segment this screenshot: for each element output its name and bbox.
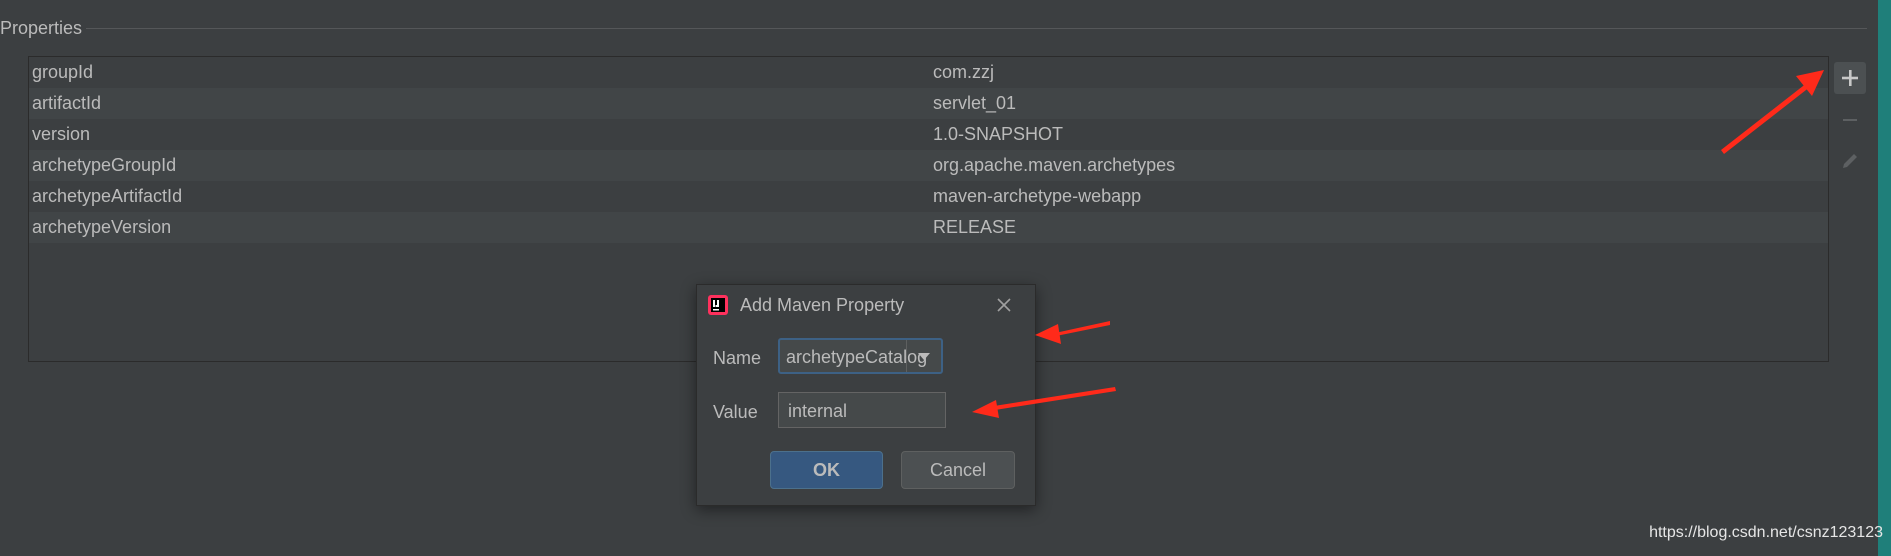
table-row[interactable]: archetypeVersion RELEASE [29, 212, 1831, 243]
property-value: RELEASE [933, 217, 1017, 237]
property-value: maven-archetype-webapp [933, 186, 1142, 206]
property-key: archetypeGroupId [32, 155, 177, 175]
value-label: Value [713, 402, 758, 422]
watermark: https://blog.csdn.net/csnz123123 [1649, 524, 1883, 541]
property-value: com.zzj [933, 62, 995, 82]
property-key: version [32, 124, 91, 144]
right-edge-strip [1878, 0, 1891, 556]
plus-icon [1842, 70, 1858, 86]
property-value: 1.0-SNAPSHOT [933, 124, 1064, 144]
close-icon[interactable] [994, 295, 1014, 315]
ok-button[interactable]: OK [770, 451, 883, 489]
property-key: groupId [32, 62, 94, 82]
value-field[interactable]: internal [778, 392, 946, 428]
pencil-icon [1843, 154, 1857, 168]
dialog-title: Add Maven Property [740, 295, 905, 315]
table-toolbar [1828, 56, 1869, 362]
table-row[interactable]: archetypeArtifactId maven-archetype-weba… [29, 181, 1831, 212]
section-divider [86, 28, 1867, 29]
minus-icon [1843, 119, 1857, 121]
table-row[interactable]: groupId com.zzj [29, 57, 1831, 88]
table-row[interactable]: artifactId servlet_01 [29, 88, 1831, 119]
chevron-down-icon [918, 353, 930, 360]
property-key: artifactId [32, 93, 102, 113]
section-title: Properties [0, 18, 83, 38]
table-row[interactable]: version 1.0-SNAPSHOT [29, 119, 1831, 150]
edit-property-button[interactable] [1834, 145, 1866, 177]
name-combobox[interactable]: archetypeCatalog [778, 338, 943, 374]
name-dropdown-button[interactable] [906, 340, 941, 372]
add-property-button[interactable] [1834, 62, 1866, 94]
add-maven-property-dialog: Add Maven Property Name archetypeCatalog… [696, 284, 1036, 506]
remove-property-button[interactable] [1834, 104, 1866, 136]
property-key: archetypeVersion [32, 217, 172, 237]
intellij-idea-icon [708, 295, 728, 315]
name-label: Name [713, 348, 762, 368]
cancel-button[interactable]: Cancel [901, 451, 1015, 489]
property-key: archetypeArtifactId [32, 186, 183, 206]
value-input[interactable]: internal [788, 401, 847, 422]
property-value: org.apache.maven.archetypes [933, 155, 1176, 175]
property-value: servlet_01 [933, 93, 1017, 113]
table-row[interactable]: archetypeGroupId org.apache.maven.archet… [29, 150, 1831, 181]
